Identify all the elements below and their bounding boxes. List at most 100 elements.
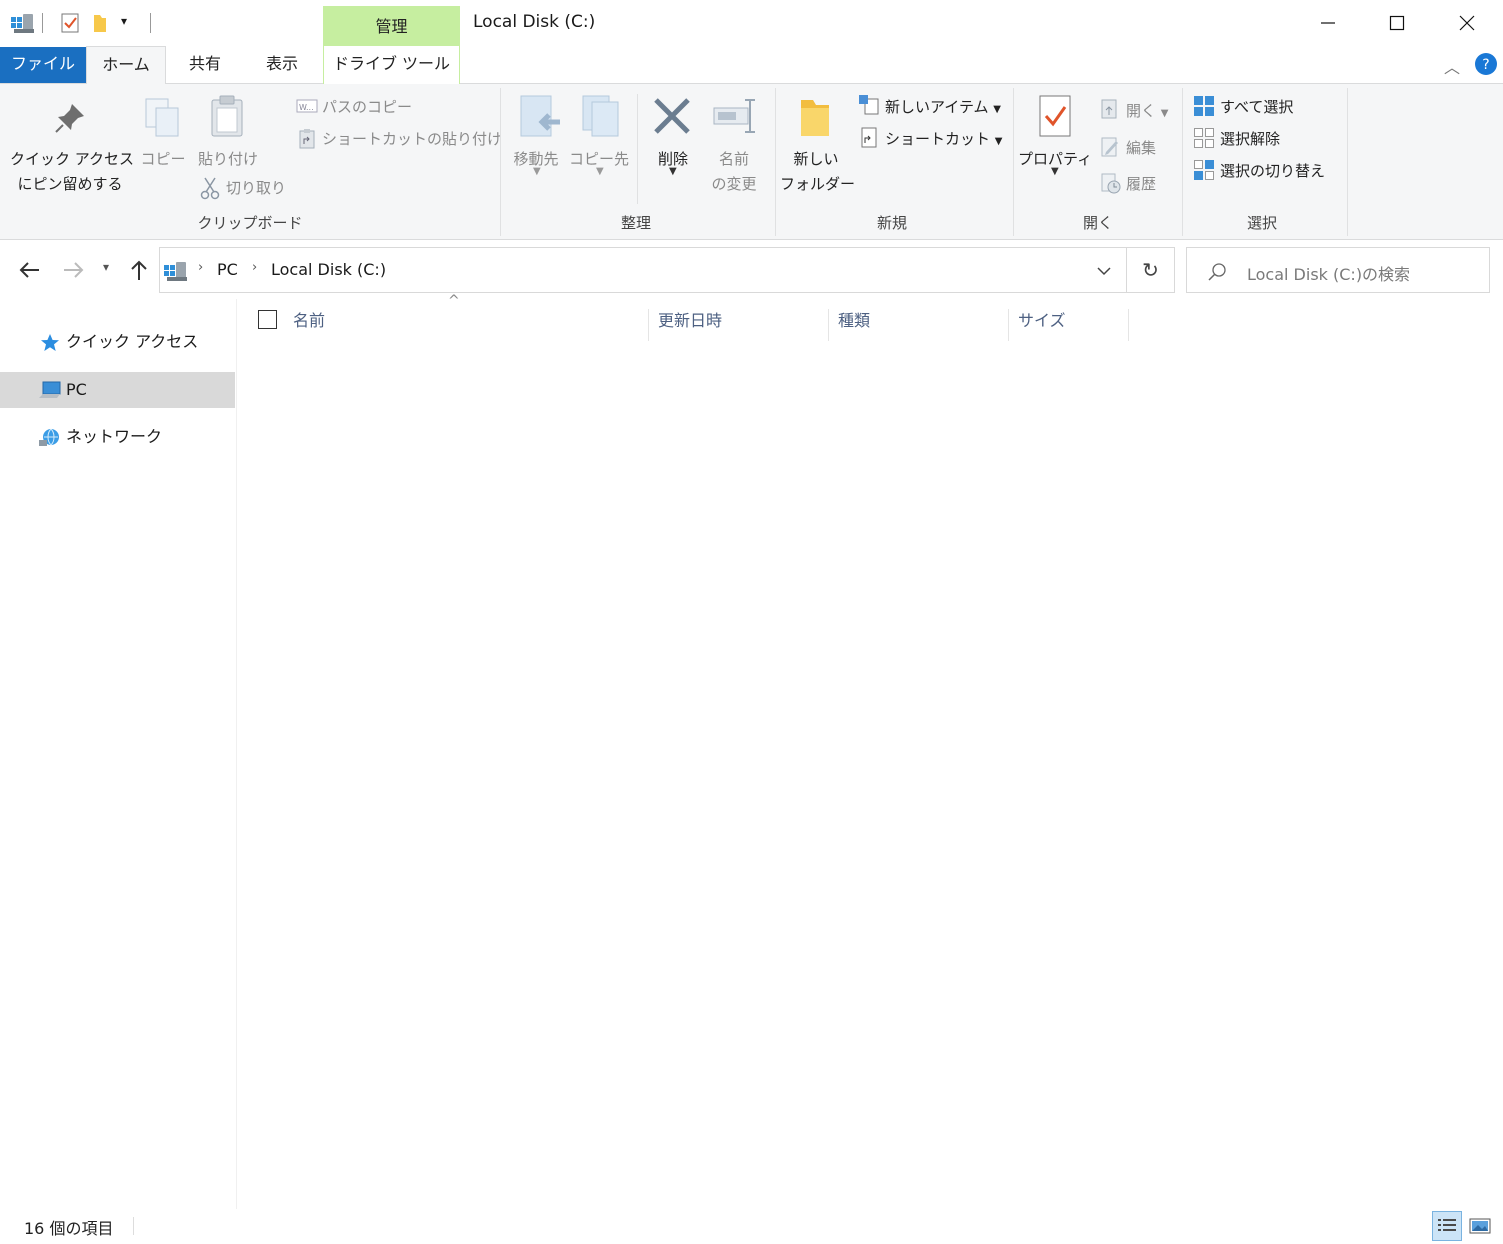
status-separator	[133, 1217, 134, 1235]
breadcrumb-pc[interactable]: PC	[217, 260, 238, 279]
delete-icon	[654, 98, 690, 134]
open-icon	[1101, 99, 1117, 119]
nav-item-label: PC	[66, 380, 87, 399]
star-icon	[41, 334, 59, 351]
pc-icon	[39, 381, 61, 398]
rename-icon	[713, 99, 755, 133]
svg-text:?: ?	[1482, 57, 1489, 73]
maximize-icon	[1389, 15, 1405, 31]
large-icons-view-icon	[1469, 1218, 1491, 1234]
new-folder-qat-icon[interactable]	[92, 12, 108, 34]
inner-separator	[637, 94, 638, 204]
breadcrumb-local-disk[interactable]: Local Disk (C:)	[271, 260, 386, 279]
minimize-icon	[1321, 22, 1335, 24]
copy-icon	[145, 98, 179, 137]
qat-separator	[150, 13, 151, 33]
forward-arrow-icon[interactable]	[63, 261, 85, 279]
context-tab-group-label: 管理	[323, 6, 460, 46]
history-icon	[1101, 173, 1121, 194]
paste-shortcut-icon	[299, 129, 315, 149]
qat-customize-icon[interactable]: ▾	[121, 14, 127, 28]
properties-icon	[1039, 95, 1071, 137]
large-icons-view-button[interactable]	[1465, 1211, 1495, 1241]
column-header-type[interactable]: 種類	[830, 309, 1009, 341]
refresh-button[interactable]: ↻	[1127, 247, 1175, 293]
new-item-dropdown-icon: ▼	[993, 104, 1001, 115]
copy-path-button[interactable]: パスのコピー	[322, 96, 412, 117]
tab-view[interactable]: 表示	[246, 46, 318, 84]
open-label: 開く	[1126, 102, 1157, 120]
rename-label-line1: 名前	[718, 150, 749, 168]
maximize-button[interactable]	[1362, 0, 1432, 46]
minimize-button[interactable]	[1293, 0, 1363, 46]
nav-item-label: クイック アクセス	[66, 332, 199, 351]
pin-quick-access-button[interactable]: クイック アクセス にピン留めする	[10, 148, 135, 194]
shortcut-label: ショートカット	[885, 130, 991, 148]
address-dropdown-icon[interactable]	[1097, 266, 1111, 276]
help-icon[interactable]: ?	[1474, 52, 1498, 76]
address-row: ▾ › PC › Local Disk (C:) ↻ Local Disk (C…	[0, 241, 1503, 299]
up-arrow-icon[interactable]	[130, 259, 148, 281]
paste-button[interactable]: 貼り付け	[194, 148, 262, 169]
new-folder-button[interactable]: 新しい フォルダー	[780, 148, 855, 194]
group-separator	[1013, 88, 1014, 236]
tab-drive-tools[interactable]: ドライブ ツール	[325, 46, 458, 84]
breadcrumb-chevron-icon[interactable]: ›	[252, 260, 257, 275]
breadcrumb-chevron-icon[interactable]: ›	[198, 260, 203, 275]
tab-home[interactable]: ホーム	[86, 46, 166, 85]
clipboard-group-label: クリップボード	[197, 214, 303, 232]
search-input[interactable]: Local Disk (C:)の検索	[1186, 247, 1490, 293]
pin-icon	[55, 104, 84, 133]
nav-item-network[interactable]: ネットワーク	[0, 419, 235, 455]
address-bar[interactable]: › PC › Local Disk (C:)	[159, 247, 1127, 293]
new-group-label: 新規	[876, 214, 907, 232]
cut-button[interactable]: 切り取り	[226, 177, 286, 198]
history-button[interactable]: 履歴	[1126, 173, 1156, 194]
new-folder-icon	[801, 100, 829, 136]
paste-shortcut-button[interactable]: ショートカットの貼り付け	[322, 128, 502, 149]
edit-icon	[1101, 137, 1118, 157]
pin-label-line2: にピン留めする	[17, 175, 123, 193]
details-view-button[interactable]	[1432, 1211, 1462, 1241]
copy-path-icon: W...	[296, 99, 318, 113]
ribbon-collapse-icon[interactable]: ︿	[1444, 54, 1460, 78]
select-none-button[interactable]: 選択解除	[1220, 128, 1280, 149]
delete-dropdown-icon[interactable]: ▼	[669, 166, 677, 177]
group-separator	[500, 88, 501, 236]
select-all-icon	[1194, 96, 1214, 116]
nav-item-pc[interactable]: PC	[0, 372, 235, 408]
edit-button[interactable]: 編集	[1126, 137, 1156, 158]
invert-selection-icon	[1194, 160, 1214, 180]
select-all-checkbox[interactable]	[258, 310, 277, 329]
new-item-button[interactable]: 新しいアイテム ▼	[885, 96, 1001, 117]
close-icon	[1459, 15, 1475, 31]
copy-button[interactable]: コピー	[140, 148, 186, 169]
open-button[interactable]: 開く ▼	[1126, 100, 1169, 121]
select-group-label: 選択	[1246, 214, 1277, 232]
select-all-button[interactable]: すべて選択	[1220, 96, 1293, 117]
pin-label-line1: クイック アクセス	[10, 150, 135, 168]
copy-to-dropdown-icon[interactable]: ▼	[596, 166, 604, 177]
column-header-name[interactable]: 名前	[285, 309, 649, 341]
tab-share[interactable]: 共有	[170, 46, 240, 84]
properties-qat-icon[interactable]	[60, 12, 80, 34]
rename-button[interactable]: 名前 の変更	[704, 148, 764, 194]
status-bar: 16 個の項目	[0, 1209, 1503, 1244]
properties-dropdown-icon[interactable]: ▼	[1051, 166, 1059, 177]
move-to-dropdown-icon[interactable]: ▼	[533, 166, 541, 177]
column-header-size[interactable]: サイズ	[1010, 309, 1129, 341]
drive-app-icon[interactable]	[10, 12, 36, 34]
tab-file[interactable]: ファイル	[0, 47, 86, 83]
new-item-label: 新しいアイテム	[885, 98, 989, 116]
nav-item-quick-access[interactable]: クイック アクセス	[0, 324, 235, 360]
ribbon: クイック アクセス にピン留めする コピー 貼り付け W... パスのコピー シ…	[0, 84, 1503, 240]
close-button[interactable]	[1432, 0, 1502, 46]
file-list: ^ 名前 更新日時 種類 サイズ	[238, 293, 1503, 1209]
item-count: 16 個の項目	[24, 1219, 114, 1238]
invert-selection-button[interactable]: 選択の切り替え	[1220, 160, 1325, 181]
select-none-icon	[1194, 128, 1214, 148]
recent-locations-icon[interactable]: ▾	[103, 260, 109, 274]
back-arrow-icon[interactable]	[18, 261, 40, 279]
shortcut-button[interactable]: ショートカット ▼	[885, 128, 1003, 149]
column-header-modified[interactable]: 更新日時	[650, 309, 829, 341]
